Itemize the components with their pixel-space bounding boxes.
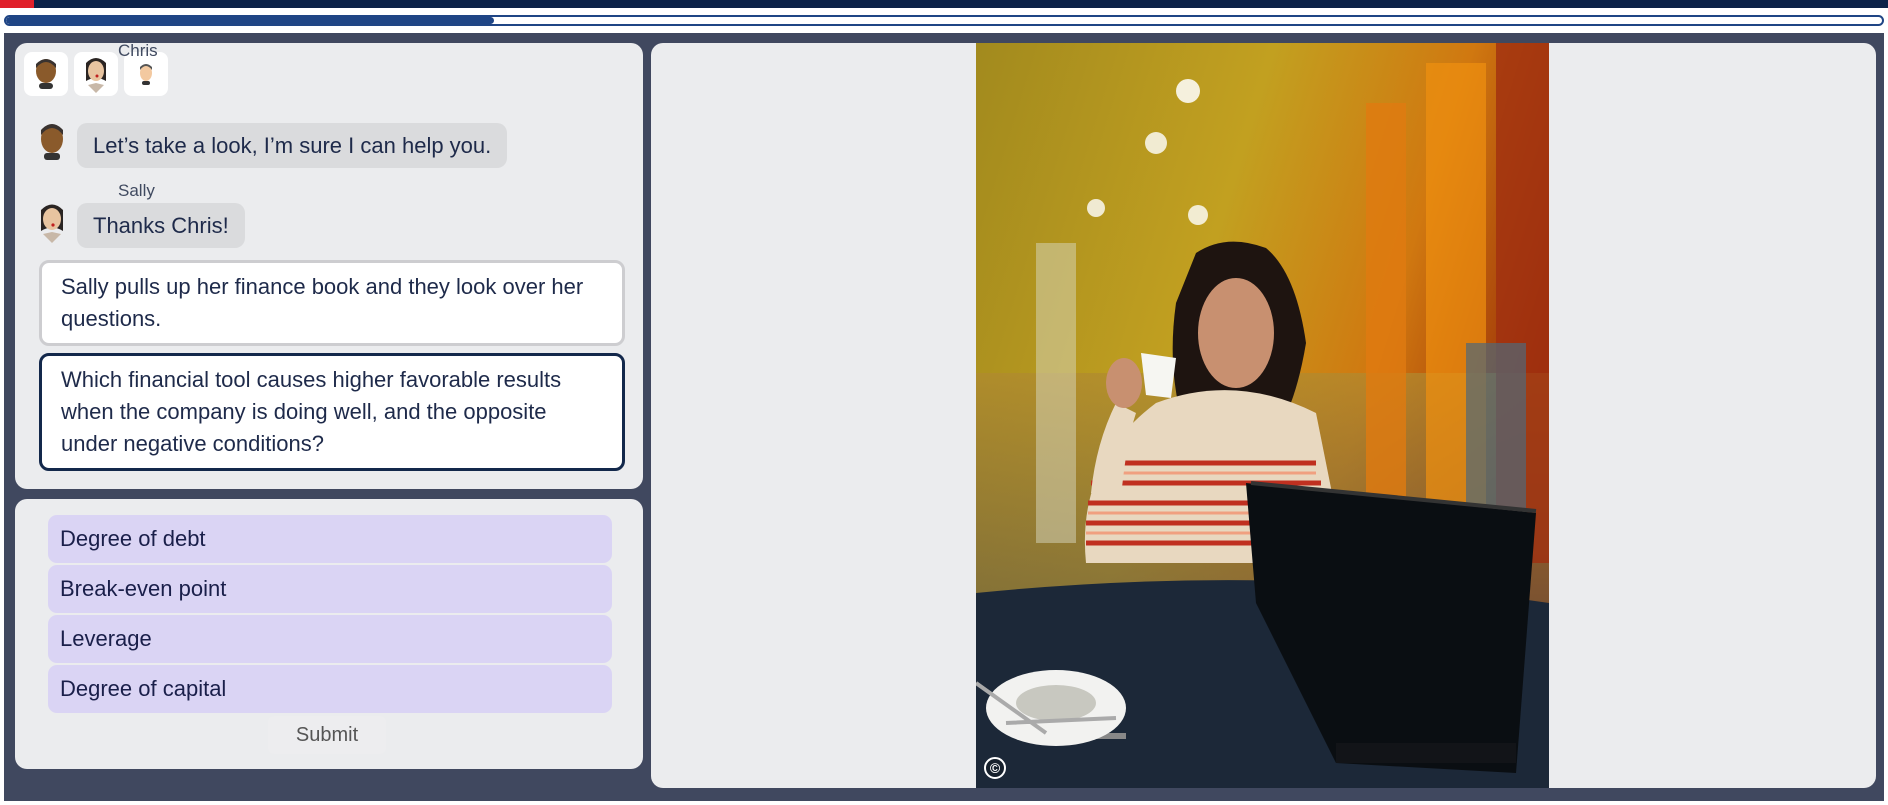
app-header [0, 0, 1888, 8]
cast-member-chris[interactable] [24, 52, 68, 96]
progress-bar [4, 15, 1884, 26]
scene-image: © [976, 43, 1549, 788]
progress-fill [6, 17, 494, 24]
speaker-name: Chris [118, 43, 158, 60]
avatar-chris-icon [36, 59, 56, 89]
answer-option[interactable]: Break-even point [48, 565, 612, 613]
avatar-sally-icon [86, 58, 106, 93]
question-box: Which financial tool causes higher favor… [39, 353, 625, 471]
scene-image-panel: © [651, 43, 1876, 788]
answer-option[interactable]: Degree of debt [48, 515, 612, 563]
submit-button[interactable]: Submit [268, 716, 386, 754]
narration-box: Sally pulls up her finance book and they… [39, 260, 625, 346]
chat-bubble: Let’s take a look, I’m sure I can help y… [77, 123, 508, 168]
copyright-icon[interactable]: © [984, 757, 1006, 779]
scene-photo-illustration [976, 43, 1549, 788]
stage: Chris Let’s take a look, I’m sure I can … [4, 33, 1884, 801]
answer-panel: Degree of debt Break-even point Leverage… [15, 499, 643, 769]
cast-member-sally[interactable] [74, 52, 118, 96]
avatar-narrator-icon [140, 64, 152, 85]
conversation-panel: Chris Let’s take a look, I’m sure I can … [15, 43, 643, 489]
speaker-name: Sally [118, 181, 155, 200]
brand-logo [0, 0, 34, 8]
answer-option[interactable]: Leverage [48, 615, 612, 663]
avatar-sally-icon [41, 204, 63, 243]
chat-bubble: Thanks Chris! [77, 203, 245, 248]
answer-option[interactable]: Degree of capital [48, 665, 612, 713]
avatar-chris-icon [41, 124, 63, 160]
